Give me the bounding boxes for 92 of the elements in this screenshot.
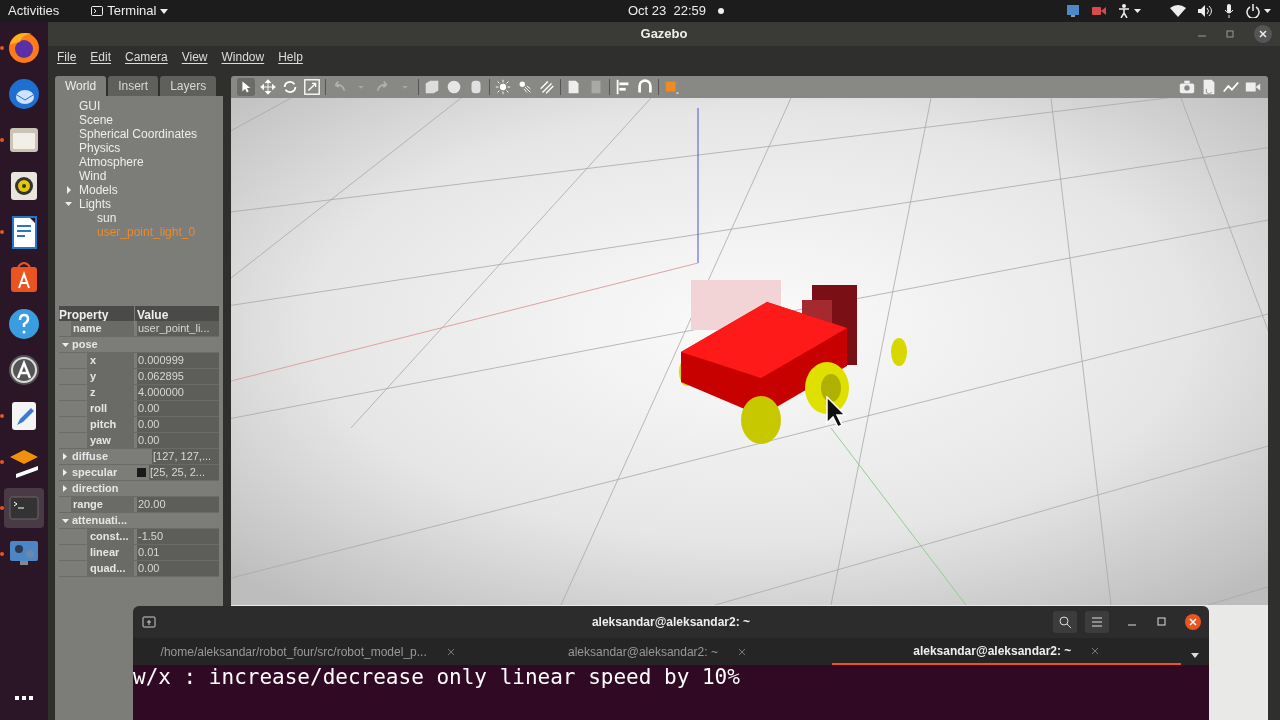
terminal-tab[interactable]: /home/aleksandar/robot_four/src/robot_model_p... [133,638,483,665]
tab[interactable]: Insert [108,76,159,96]
menu-item[interactable]: Camera [125,48,168,66]
show-apps-icon[interactable] [15,696,33,700]
window-title: Gazebo [640,25,688,44]
window-title: aleksandar@aleksandar2: ~ [591,614,751,631]
power-icon[interactable] [1246,4,1272,18]
property-name: z [87,385,134,400]
property-name: specular [72,465,119,480]
wifi-icon[interactable] [1170,5,1186,17]
move-icon[interactable] [259,78,277,96]
property-value[interactable]: [25, 25, 2... [149,465,219,480]
property-value[interactable]: 0.00 [137,401,219,416]
video-camera-icon[interactable] [1092,6,1106,16]
property-value[interactable]: -1.50 [137,529,219,544]
tab-list-icon[interactable] [1191,653,1199,658]
property-value[interactable]: 0.00 [137,561,219,576]
accessibility-icon[interactable] [1118,4,1142,18]
activities-button[interactable]: Activities [8,1,60,21]
property-name: direction [72,481,120,496]
expand-arrow-icon[interactable] [65,186,73,194]
property-value[interactable]: 0.000999 [137,353,219,368]
collapse-arrow-icon[interactable] [65,200,73,208]
notification-dot-icon [718,8,725,14]
maximize-icon[interactable] [1155,615,1169,629]
mail-icon[interactable] [6,76,42,112]
close-tab-icon[interactable] [446,647,455,656]
help-icon[interactable] [6,306,42,342]
maximize-icon[interactable] [1226,30,1234,38]
property-value[interactable]: 20.00 [137,497,219,512]
property-value[interactable]: 0.00 [137,417,219,432]
close-tab-icon[interactable] [737,647,746,656]
property-value[interactable]: [127, 127,... [152,449,219,464]
close-icon[interactable] [1185,614,1201,630]
property-name: x [87,353,134,368]
close-tab-icon[interactable] [1091,646,1100,655]
property-name: attenuati... [72,513,128,528]
microphone-icon[interactable] [1224,4,1234,18]
property-value[interactable]: 0.00 [137,433,219,448]
tab[interactable]: Layers [160,76,217,96]
property-value[interactable]: user_point_li... [137,321,219,336]
collapse-arrow-icon[interactable] [62,341,69,348]
sphere-icon[interactable] [445,78,463,96]
property-name: quad... [87,561,134,576]
column-header: Value [135,306,219,321]
property-name: name [71,321,134,336]
property-name: linear [87,545,134,560]
sun-icon[interactable] [494,78,512,96]
screen-icon[interactable] [1066,4,1080,18]
property-name: pitch [87,417,134,432]
property-name: pose [72,337,99,352]
lines-icon[interactable] [538,78,556,96]
rotate-icon[interactable] [281,78,299,96]
menu-icon[interactable] [1085,611,1109,633]
property-name: yaw [87,433,134,448]
app-menu[interactable]: Terminal [91,1,169,21]
camera-icon[interactable] [1178,78,1196,96]
search-icon[interactable] [1053,611,1077,633]
menu-item[interactable]: View [181,48,208,66]
expand-arrow-icon[interactable] [62,453,69,460]
new-tab-icon[interactable] [141,614,157,630]
scale-icon[interactable] [303,78,321,96]
collapse-arrow-icon[interactable] [62,517,69,524]
property-value[interactable]: 4.000000 [137,385,219,400]
menu-item[interactable]: Edit [90,48,112,66]
menu-item[interactable]: Window [221,48,265,66]
property-name: roll [87,401,134,416]
caret-icon [160,8,169,14]
volume-icon[interactable] [1198,5,1212,17]
terminal-tab[interactable]: aleksandar@aleksandar2: ~ [482,638,832,665]
terminal-icon [91,6,104,16]
close-icon[interactable] [1254,25,1272,43]
color-swatch[interactable] [137,468,146,477]
browser-icon[interactable] [6,30,42,66]
clock[interactable]: Oct 23 22:59 [628,1,707,21]
menu-item[interactable]: File [57,48,77,66]
scene-view[interactable] [231,98,1268,605]
property-name: diffuse [72,449,110,464]
property-value[interactable]: 0.062895 [137,369,219,384]
tab[interactable]: World [55,76,107,96]
terminal-text: w/x : increase/decrease only linear speed by 10% [133,665,741,689]
mouse-cursor-icon [826,396,846,428]
software-update-icon[interactable] [6,352,42,388]
property-value[interactable]: 0.01 [137,545,219,560]
column-header: Property [59,306,134,321]
property-name: range [71,497,134,512]
expand-arrow-icon[interactable] [62,469,69,476]
expand-arrow-icon[interactable] [62,485,69,492]
box-icon[interactable] [423,78,441,96]
property-name: y [87,369,134,384]
menu-item[interactable]: Help [278,48,303,66]
property-name: const... [87,529,134,544]
